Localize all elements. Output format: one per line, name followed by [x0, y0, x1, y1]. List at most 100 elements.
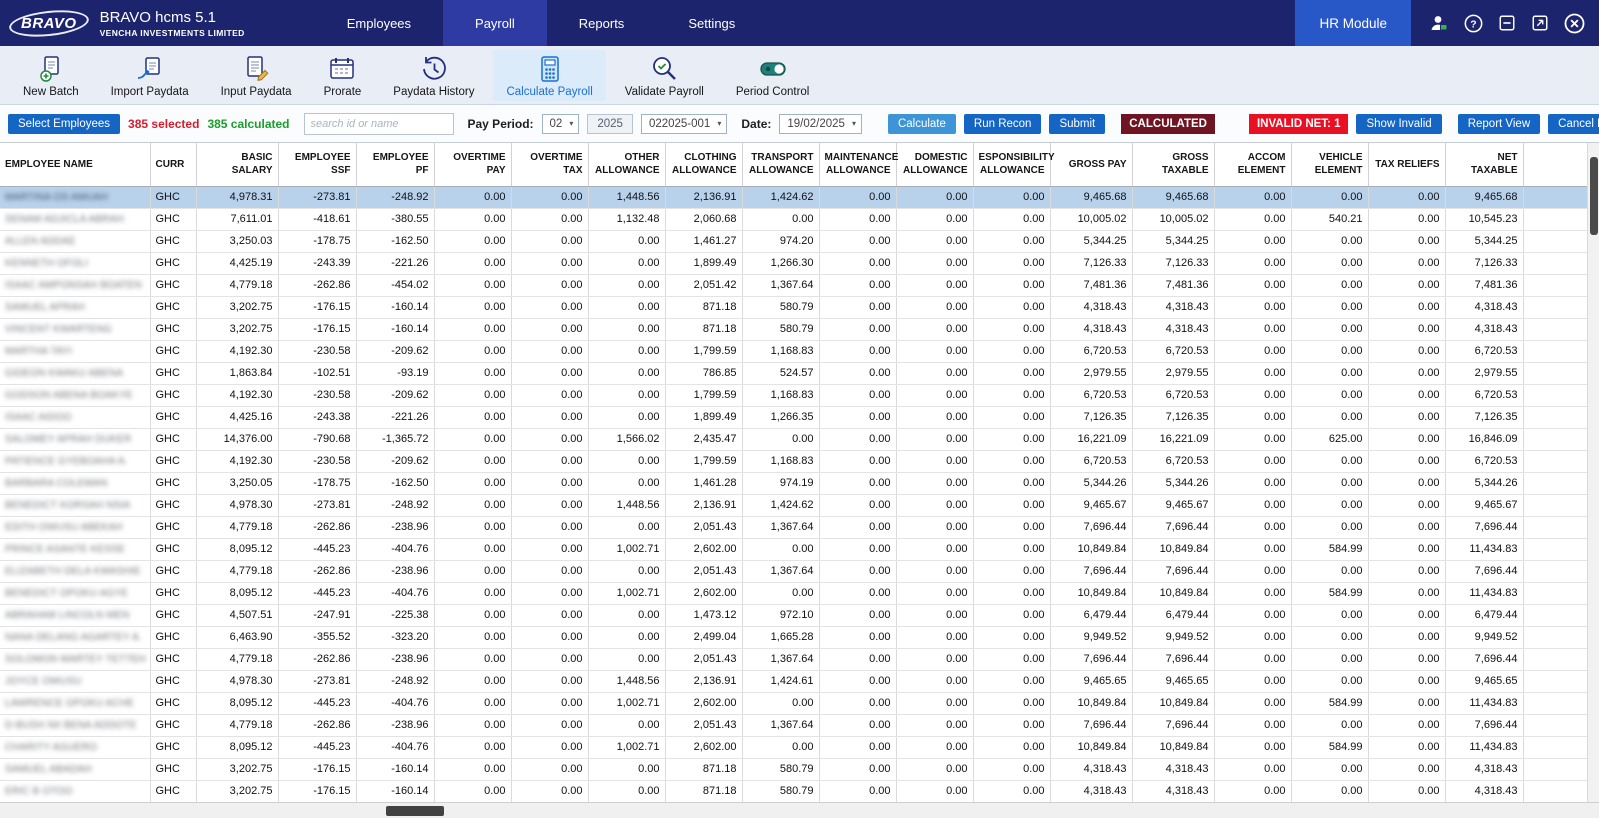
table-row[interactable]: CHARITY AGUEROGHC8,095.12-445.23-404.760… [0, 736, 1587, 758]
toolbar-period-control[interactable]: Period Control [723, 50, 823, 101]
toolbar-import-paydata[interactable]: Import Paydata [98, 50, 202, 101]
value-cell: 0.00 [896, 208, 973, 230]
table-row[interactable]: GODSON ABENA BOAKYEGHC4,192.30-230.58-20… [0, 384, 1587, 406]
table-row[interactable]: NANA DELANG AGARTEY A.GHC6,463.90-355.52… [0, 626, 1587, 648]
currency-cell: GHC [150, 582, 196, 604]
table-row[interactable]: BARBARA COLEMANGHC3,250.05-178.75-162.50… [0, 472, 1587, 494]
column-header-vehicle-element[interactable]: VEHICLE ELEMENT [1291, 143, 1368, 186]
value-cell: 0.00 [434, 538, 511, 560]
column-header-maintenance-allowance[interactable]: MAINTENANCE ALLOWANCE [819, 143, 896, 186]
table-row[interactable]: JOYCE OWUSUGHC4,978.30-273.81-248.920.00… [0, 670, 1587, 692]
column-header-basic-salary[interactable]: BASIC SALARY [196, 143, 278, 186]
submit-button[interactable]: Submit [1049, 114, 1105, 134]
column-header-tax-reliefs[interactable]: TAX RELIEFS [1368, 143, 1445, 186]
column-header-employee-ssf[interactable]: EMPLOYEE SSF [278, 143, 356, 186]
column-header-gross-pay[interactable]: GROSS PAY [1050, 143, 1132, 186]
table-row[interactable]: SAMUEL APRAHGHC3,202.75-176.15-160.140.0… [0, 296, 1587, 318]
horizontal-scrollbar[interactable] [0, 802, 1599, 818]
employee-name-cell: SENAM ADJICLA ABRAH [0, 208, 150, 230]
table-row[interactable]: LAWRENCE OPOKU ACHEGHC8,095.12-445.23-40… [0, 692, 1587, 714]
table-row[interactable]: ABRAHAM LINCOLN MENGHC4,507.51-247.91-22… [0, 604, 1587, 626]
table-row[interactable]: BENEDICT KORSAH NSIAGHC4,978.30-273.81-2… [0, 494, 1587, 516]
pay-period-value: 02 [550, 118, 563, 130]
column-header-esponsibility-allowance[interactable]: ESPONSIBILITY ALLOWANCE [973, 143, 1050, 186]
batch-select[interactable]: 022025-001▾ [641, 114, 727, 134]
hr-module-button[interactable]: HR Module [1295, 0, 1411, 46]
value-cell: 0.00 [511, 296, 588, 318]
minimize-icon[interactable] [1498, 14, 1516, 32]
table-row[interactable]: MARTHA TAYIGHC4,192.30-230.58-209.620.00… [0, 340, 1587, 362]
table-row[interactable]: SALOMEY APRAH DUKERGHC14,376.00-790.68-1… [0, 428, 1587, 450]
currency-cell: GHC [150, 714, 196, 736]
help-icon[interactable]: ? [1464, 14, 1483, 33]
tab-settings[interactable]: Settings [656, 0, 767, 46]
search-input[interactable] [304, 113, 454, 135]
toolbar-new-batch[interactable]: New Batch [10, 50, 92, 101]
maximize-icon[interactable] [1531, 14, 1549, 32]
run-recon-button[interactable]: Run Recon [964, 114, 1042, 134]
table-row[interactable]: ELIZABETH DELA KWASHIEGHC4,779.18-262.86… [0, 560, 1587, 582]
select-employees-button[interactable]: Select Employees [8, 114, 120, 134]
value-cell: 0.00 [1368, 604, 1445, 626]
table-row[interactable]: PRINCE ASANTE KESSEGHC8,095.12-445.23-40… [0, 538, 1587, 560]
column-header-employee-name[interactable]: EMPLOYEE NAME [0, 143, 150, 186]
column-header-domestic-allowance[interactable]: DOMESTIC ALLOWANCE [896, 143, 973, 186]
table-row[interactable]: ISAAC AMPONSAH BOATENGHC4,779.18-262.86-… [0, 274, 1587, 296]
tab-employees[interactable]: Employees [315, 0, 443, 46]
close-icon[interactable] [1564, 13, 1585, 34]
cancel-batch-button[interactable]: Cancel Batch [1548, 114, 1599, 134]
table-row[interactable]: SENAM ADJICLA ABRAHGHC7,611.01-418.61-38… [0, 208, 1587, 230]
tab-reports[interactable]: Reports [547, 0, 657, 46]
vertical-scrollbar-thumb[interactable] [1590, 157, 1598, 235]
column-header-accom-element[interactable]: ACCOM ELEMENT [1214, 143, 1291, 186]
table-row[interactable]: SOLOMON MARTEY TETTEHGHC4,779.18-262.86-… [0, 648, 1587, 670]
column-header-other-allowance[interactable]: OTHER ALLOWANCE [588, 143, 665, 186]
user-lock-icon[interactable] [1429, 13, 1449, 33]
value-cell: 0.00 [434, 582, 511, 604]
column-header-transport-allowance[interactable]: TRANSPORT ALLOWANCE [742, 143, 819, 186]
horizontal-scrollbar-thumb[interactable] [386, 806, 444, 816]
table-row[interactable]: EDITH OWUSU ABEKAHGHC4,779.18-262.86-238… [0, 516, 1587, 538]
table-row[interactable]: ISAAC AIDOOGHC4,425.16-243.38-221.260.00… [0, 406, 1587, 428]
employee-name-cell: JOYCE OWUSU [0, 670, 150, 692]
table-row[interactable]: MARTINA OS AMUAHGHC4,978.31-273.81-248.9… [0, 186, 1587, 208]
vertical-scrollbar[interactable] [1587, 143, 1599, 802]
report-view-button[interactable]: Report View [1458, 114, 1540, 134]
table-row[interactable]: ALLEN ADDAEGHC3,250.03-178.75-162.500.00… [0, 230, 1587, 252]
column-header-overtime-tax[interactable]: OVERTIME TAX [511, 143, 588, 186]
table-row[interactable]: GIDEON KWAKU ABENAGHC1,863.84-102.51-93.… [0, 362, 1587, 384]
value-cell: -262.86 [278, 274, 356, 296]
toolbar-paydata-history[interactable]: Paydata History [380, 50, 487, 101]
table-row[interactable]: VINCENT KWARTENGGHC3,202.75-176.15-160.1… [0, 318, 1587, 340]
column-header-gross-taxable[interactable]: GROSS TAXABLE [1132, 143, 1214, 186]
column-header-net-taxable[interactable]: NET TAXABLE [1445, 143, 1523, 186]
column-header-curr[interactable]: CURR [150, 143, 196, 186]
tab-payroll[interactable]: Payroll [443, 0, 547, 46]
date-select[interactable]: 19/02/2025▾ [779, 114, 862, 134]
table-row[interactable]: KENNETH OFOLIGHC4,425.19-243.39-221.260.… [0, 252, 1587, 274]
value-cell: 1,266.30 [742, 252, 819, 274]
toolbar-calculate-payroll[interactable]: Calculate Payroll [493, 50, 605, 101]
value-cell: -225.38 [356, 604, 434, 626]
table-row[interactable]: SAMUEL ABADAHGHC3,202.75-176.15-160.140.… [0, 758, 1587, 780]
pay-period-select[interactable]: 02▾ [542, 114, 580, 134]
value-cell: 0.00 [896, 516, 973, 538]
currency-cell: GHC [150, 692, 196, 714]
column-header-employee-pf[interactable]: EMPLOYEE PF [356, 143, 434, 186]
column-header-clothing-allowance[interactable]: CLOTHING ALLOWANCE [665, 143, 742, 186]
table-row[interactable]: PATIENCE GYEBOAHA A.GHC4,192.30-230.58-2… [0, 450, 1587, 472]
column-header-overtime-pay[interactable]: OVERTIME PAY [434, 143, 511, 186]
show-invalid-button[interactable]: Show Invalid [1356, 114, 1441, 134]
table-row[interactable]: BENEDICT OPOKU AGYEGHC8,095.12-445.23-40… [0, 582, 1587, 604]
toolbar-validate-payroll[interactable]: Validate Payroll [612, 50, 717, 101]
toolbar-prorate[interactable]: Prorate [311, 50, 375, 101]
employee-name-cell: MARTINA OS AMUAH [0, 186, 150, 208]
value-cell: -160.14 [356, 296, 434, 318]
table-row[interactable]: D-BUSH NII BENA ADDOTEGHC4,779.18-262.86… [0, 714, 1587, 736]
value-cell: 16,221.09 [1132, 428, 1214, 450]
calculate-button[interactable]: Calculate [888, 114, 956, 134]
table-row[interactable]: ERIC B OTOOGHC3,202.75-176.15-160.140.00… [0, 780, 1587, 802]
currency-cell: GHC [150, 494, 196, 516]
value-cell: 0.00 [434, 648, 511, 670]
toolbar-input-paydata[interactable]: Input Paydata [208, 50, 305, 101]
